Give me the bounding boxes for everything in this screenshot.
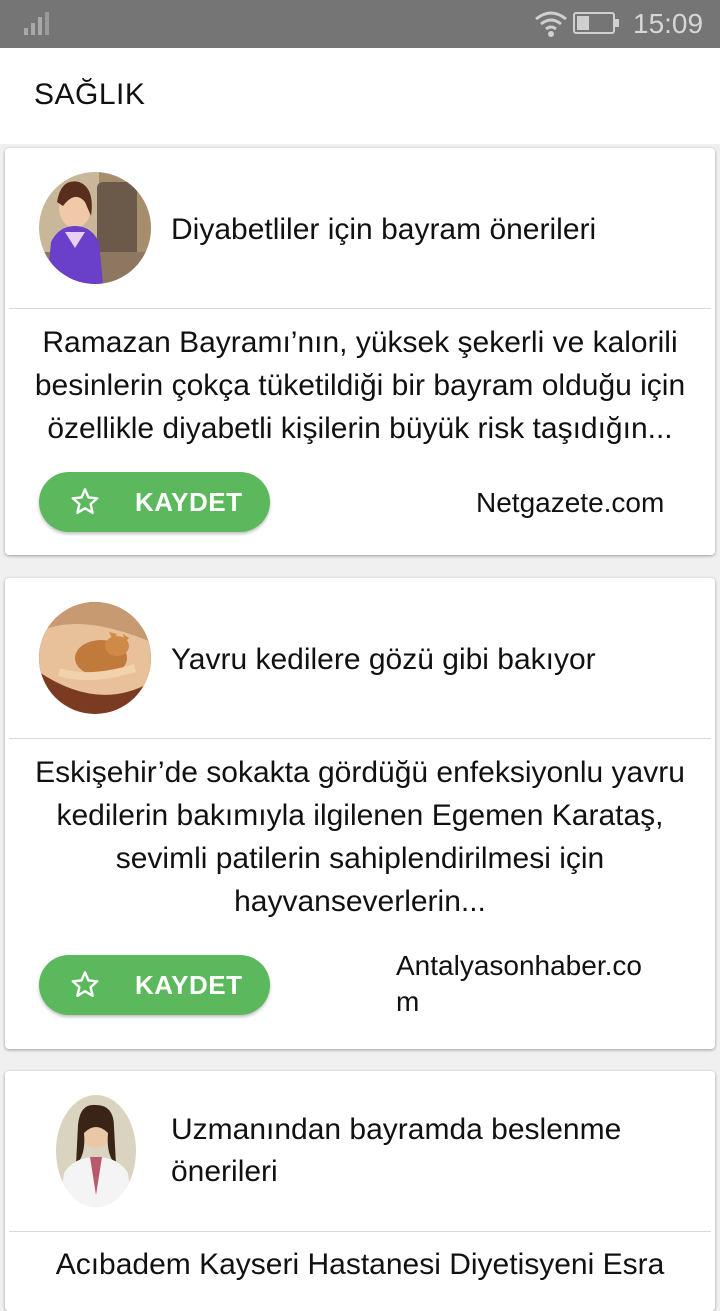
article-card[interactable]: Uzmanından bayramda beslenme önerileri A… bbox=[5, 1071, 715, 1311]
article-source: Antalyasonhaber.co m bbox=[396, 948, 642, 1020]
save-button[interactable]: KAYDET bbox=[39, 955, 270, 1015]
save-button-label: KAYDET bbox=[135, 487, 243, 517]
save-button[interactable]: KAYDET bbox=[39, 472, 270, 532]
star-outline-icon bbox=[71, 971, 99, 997]
article-thumbnail bbox=[39, 172, 151, 284]
article-headline[interactable]: Yavru kedilere gözü gibi bakıyor bbox=[171, 639, 691, 681]
status-time: 15:09 bbox=[633, 8, 704, 39]
article-headline[interactable]: Uzmanından bayramda beslenme önerileri bbox=[171, 1109, 691, 1193]
divider bbox=[9, 1231, 711, 1232]
article-source-line: Antalyasonhaber.co bbox=[396, 950, 642, 981]
status-bar: 15:09 bbox=[0, 0, 720, 48]
article-source-line: m bbox=[396, 986, 420, 1017]
article-thumbnail bbox=[56, 1095, 136, 1207]
page-title: SAĞLIK bbox=[34, 78, 146, 111]
star-outline-icon bbox=[71, 488, 99, 514]
article-headline[interactable]: Diyabetliler için bayram önerileri bbox=[171, 209, 691, 251]
wifi-icon bbox=[535, 11, 567, 37]
article-headline-line: Uzmanından bayramda beslenme bbox=[171, 1113, 622, 1146]
divider bbox=[9, 308, 711, 309]
article-source: Netgazete.com bbox=[476, 487, 665, 518]
article-thumbnail bbox=[39, 602, 151, 714]
app-bar: SAĞLIK bbox=[0, 48, 720, 144]
article-headline-line: önerileri bbox=[171, 1155, 278, 1188]
article-card[interactable]: Yavru kedilere gözü gibi bakıyor Eskişeh… bbox=[5, 578, 715, 1049]
battery-icon bbox=[573, 12, 619, 34]
article-summary: Ramazan Bayramı’nın, yüksek şekerli ve k… bbox=[34, 326, 686, 445]
save-button-label: KAYDET bbox=[135, 970, 243, 1000]
divider bbox=[9, 738, 711, 739]
article-card[interactable]: Diyabetliler için bayram önerileri Ramaz… bbox=[5, 148, 715, 555]
article-summary: Eskişehir’de sokakta gördüğü enfeksiyonl… bbox=[35, 756, 685, 918]
signal-icon bbox=[24, 12, 49, 35]
